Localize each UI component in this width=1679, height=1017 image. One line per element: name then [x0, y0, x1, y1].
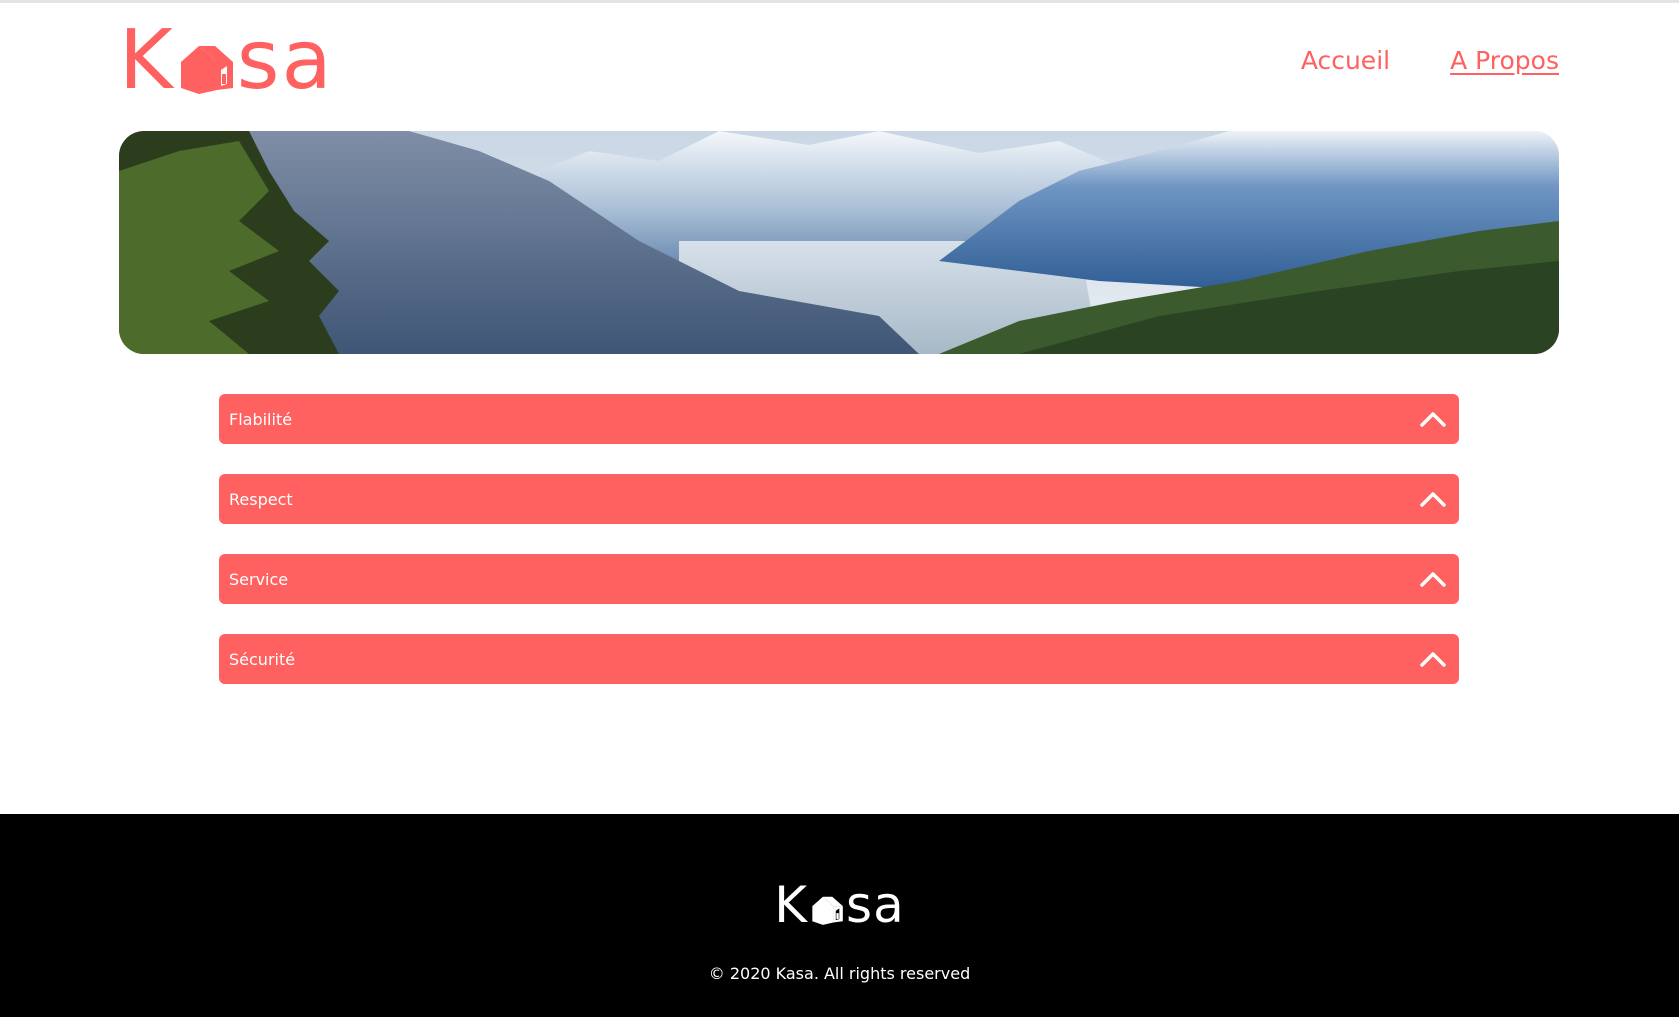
house-icon: [812, 896, 843, 925]
collapse-fiabilite[interactable]: Flabilité: [219, 394, 1459, 444]
collapse-title: Sécurité: [229, 649, 296, 669]
kasa-logo[interactable]: K sa: [119, 13, 334, 108]
logo-letters-sa: sa: [846, 876, 905, 934]
values-collapses: Flabilité Respect Service Sécurité: [219, 394, 1459, 714]
mountain-landscape-image: [119, 131, 1559, 354]
chevron-up-icon[interactable]: [1419, 410, 1447, 428]
house-icon: [180, 46, 233, 94]
nav-link-accueil[interactable]: Accueil: [1301, 46, 1390, 75]
about-banner: [119, 131, 1559, 354]
site-header: K sa Accueil A Propos: [119, 13, 1559, 108]
chevron-up-icon[interactable]: [1419, 650, 1447, 668]
copyright-text: © 2020 Kasa. All rights reserved: [708, 964, 971, 983]
collapse-title: Respect: [229, 489, 293, 509]
collapse-title: Flabilité: [229, 409, 293, 429]
chevron-up-icon[interactable]: [1419, 490, 1447, 508]
site-footer: K sa © 2020 Kasa. All rights reserved: [0, 814, 1679, 1017]
footer-kasa-logo: K sa: [0, 876, 1679, 934]
collapse-securite[interactable]: Sécurité: [219, 634, 1459, 684]
logo-letter-k: K: [774, 876, 809, 934]
logo-letter-k: K: [119, 13, 175, 108]
nav-link-a-propos[interactable]: A Propos: [1450, 46, 1559, 75]
page: K sa Accueil A Propos Flabilité Respect …: [0, 0, 1679, 1017]
collapse-title: Service: [229, 569, 289, 589]
chevron-up-icon[interactable]: [1419, 570, 1447, 588]
window-top-border: [0, 0, 1679, 3]
main-nav: Accueil A Propos: [1301, 46, 1559, 75]
collapse-respect[interactable]: Respect: [219, 474, 1459, 524]
collapse-service[interactable]: Service: [219, 554, 1459, 604]
logo-letters-sa: sa: [236, 13, 334, 108]
